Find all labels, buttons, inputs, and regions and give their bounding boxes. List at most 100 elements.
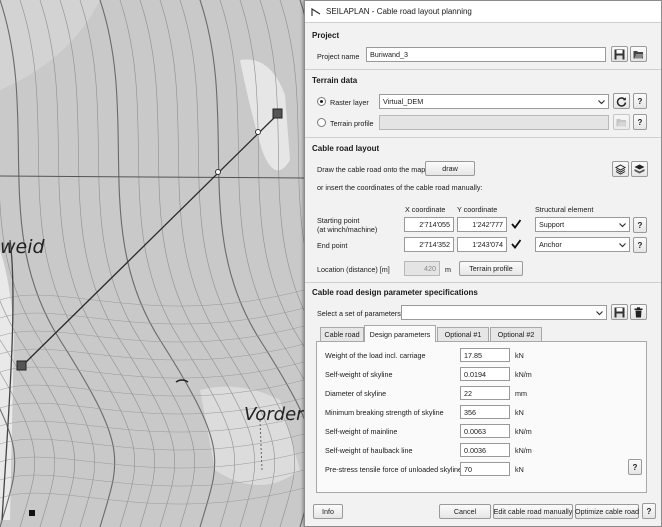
support-marker [215, 169, 221, 175]
parameter-unit: kN [515, 351, 524, 360]
parameter-label: Self-weight of skyline [325, 370, 393, 379]
terrain-profile-input[interactable] [379, 115, 609, 130]
project-name-label: Project name [317, 52, 360, 61]
location-distance-input[interactable]: 420 [404, 261, 440, 276]
stack-button[interactable] [631, 161, 648, 177]
contour-line [19, 0, 136, 527]
layers-icon [615, 163, 626, 175]
parameter-label: Diameter of skyline [325, 389, 387, 398]
help-icon: ? [637, 240, 643, 250]
parameter-input[interactable]: 0.0063 [460, 424, 510, 438]
layout-section-title: Cable road layout [312, 144, 380, 153]
raster-layer-select[interactable]: Virtual_DEM [379, 94, 609, 109]
end-structural-element-value: Anchor [539, 240, 562, 249]
parameter-row: Weight of the load incl. carriage 17.85 … [317, 348, 648, 363]
meadow-area [200, 386, 300, 485]
location-distance-label: Location (distance) [m] [317, 265, 390, 274]
x-coordinate-header: X coordinate [405, 205, 446, 214]
save-icon [614, 307, 625, 317]
end-y-input[interactable]: 1'243'074 [457, 237, 507, 252]
project-name-input[interactable]: Buriwand_3 [366, 47, 606, 62]
parameter-label: Minimum breaking strength of skyline [325, 408, 444, 417]
tab-optional-1[interactable]: Optional #1 [437, 327, 489, 341]
tab-cable-road[interactable]: Cable road [320, 327, 364, 341]
optimize-cable-road-button[interactable]: Optimize cable road [575, 504, 639, 519]
terrain-profile-button[interactable]: Terrain profile [459, 261, 523, 276]
parameter-input[interactable]: 22 [460, 386, 510, 400]
contour-line [99, 0, 216, 527]
checkmark-icon [511, 239, 521, 249]
parameter-row: Self-weight of haulback line 0.0036 kN/m [317, 443, 648, 458]
parameter-input[interactable]: 70 [460, 462, 510, 476]
raster-layer-label: Raster layer [330, 98, 369, 107]
design-parameters-panel: Weight of the load incl. carriage 17.85 … [316, 341, 647, 493]
map-place-label: weid [0, 236, 45, 258]
parameter-label: Pre-stress tensile force of unloaded sky… [325, 465, 463, 474]
contour-line [59, 0, 176, 527]
params-section-title: Cable road design parameter specificatio… [312, 288, 478, 297]
profile-help-button[interactable]: ? [633, 114, 647, 130]
parameter-unit: kN/m [515, 427, 532, 436]
tab-optional-2[interactable]: Optional #2 [490, 327, 542, 341]
starting-point-sublabel: (at winch/machine) [317, 225, 378, 234]
stack-layers-icon [634, 164, 645, 173]
trash-icon [634, 306, 643, 317]
end-structural-element-select[interactable]: Anchor [535, 237, 630, 252]
terrain-section-title: Terrain data [312, 76, 358, 85]
refresh-layers-button[interactable] [613, 93, 630, 109]
contour-line [0, 325, 305, 343]
save-project-button[interactable] [611, 46, 628, 62]
parameter-set-select[interactable] [401, 305, 607, 320]
parameters-help-button[interactable]: ? [628, 459, 642, 475]
info-button[interactable]: Info [313, 504, 343, 519]
parameter-unit: kN [515, 408, 524, 417]
end-point-label: End point [317, 241, 348, 250]
help-icon: ? [637, 117, 643, 127]
draw-button[interactable]: draw [425, 161, 475, 176]
start-point-help-button[interactable]: ? [633, 217, 647, 233]
raster-layer-radio[interactable] [317, 97, 326, 106]
parameter-unit: kN/m [515, 370, 532, 379]
open-profile-button[interactable] [613, 114, 630, 130]
parameter-row: Self-weight of mainline 0.0063 kN/m [317, 424, 648, 439]
parameter-label: Self-weight of mainline [325, 427, 398, 436]
save-icon [614, 49, 625, 59]
start-y-input[interactable]: 1'242'777 [457, 217, 507, 232]
help-icon: ? [632, 462, 638, 472]
open-project-button[interactable] [630, 46, 647, 62]
terrain-help-button[interactable]: ? [633, 93, 647, 109]
save-parameters-button[interactable] [611, 304, 628, 320]
contour-line [0, 289, 305, 307]
start-point-marker [16, 360, 27, 371]
chevron-down-icon [598, 100, 605, 105]
contour-line [0, 307, 305, 325]
parameter-unit: mm [515, 389, 527, 398]
start-structural-element-select[interactable]: Support [535, 217, 630, 232]
parameter-unit: kN [515, 465, 524, 474]
parameter-input[interactable]: 356 [460, 405, 510, 419]
map-feature-marker [175, 379, 189, 383]
chevron-down-icon [619, 243, 626, 248]
layers-button[interactable] [612, 161, 629, 177]
help-icon: ? [646, 506, 652, 516]
y-coordinate-header: Y coordinate [457, 205, 498, 214]
parameter-input[interactable]: 17.85 [460, 348, 510, 362]
start-x-input[interactable]: 2'714'055 [404, 217, 454, 232]
end-x-input[interactable]: 2'714'352 [404, 237, 454, 252]
edit-cable-road-button[interactable]: Edit cable road manually [493, 504, 573, 519]
parameter-row: Self-weight of skyline 0.0194 kN/m [317, 367, 648, 382]
tab-design-parameters[interactable]: Design parameters [364, 325, 436, 342]
section-divider [305, 69, 661, 70]
footer-help-button[interactable]: ? [642, 503, 656, 519]
raster-layer-value: Virtual_DEM [383, 97, 424, 106]
terrain-profile-radio[interactable] [317, 118, 326, 127]
window-title: SEILAPLAN - Cable road layout planning [326, 7, 472, 16]
parameter-input[interactable]: 0.0194 [460, 367, 510, 381]
folder-open-icon [633, 50, 644, 58]
cancel-button[interactable]: Cancel [439, 504, 491, 519]
parameter-input[interactable]: 0.0036 [460, 443, 510, 457]
delete-parameters-button[interactable] [630, 304, 647, 320]
end-point-marker [272, 108, 283, 119]
end-point-help-button[interactable]: ? [633, 237, 647, 253]
parameter-set-label: Select a set of parameters [317, 309, 401, 318]
